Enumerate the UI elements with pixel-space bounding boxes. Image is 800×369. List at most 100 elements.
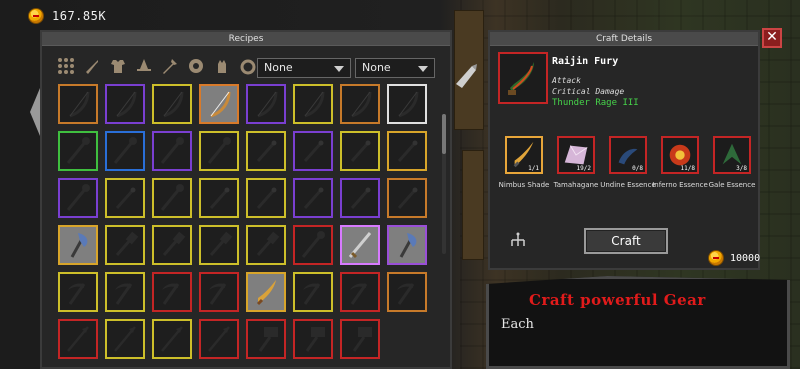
selected-item-slot [498,52,548,104]
wand-icon [115,187,136,209]
close-button[interactable]: ✕ [762,28,782,48]
ingredient-tamahagane[interactable]: 19/2 Tamahagane [548,136,604,190]
recipe-slot[interactable] [58,178,98,218]
rarity-dropdown[interactable]: None [257,58,351,78]
craft-button[interactable]: Craft [584,228,668,254]
recipe-slot[interactable] [199,131,239,171]
staff-icon [66,137,90,164]
recipe-slot[interactable] [293,225,333,265]
horn-icon[interactable] [454,62,478,90]
ingredient-nimbus-shade[interactable]: 1/1 Nimbus Shade [496,136,552,190]
previous-arrow-icon[interactable] [30,88,40,136]
recipe-slot[interactable] [199,84,239,124]
ingredient-gale-essence[interactable]: 3/8 Gale Essence [704,136,760,190]
recipe-slot[interactable] [58,84,98,124]
recipe-slot[interactable] [152,319,192,359]
recipe-slot[interactable] [58,225,98,265]
recipe-slot[interactable] [199,178,239,218]
recipe-slot[interactable] [340,178,380,218]
recipe-slot[interactable] [58,131,98,171]
tier-dropdown-value: None [362,61,391,74]
recipe-slot[interactable] [152,131,192,171]
staff-icon [160,184,184,211]
wand-icon [256,187,277,209]
recipe-slot[interactable] [340,131,380,171]
recipe-slot[interactable] [340,84,380,124]
craft-details-panel: Craft Details Raijin Fury Attack Critica… [488,30,760,270]
all-grid-icon[interactable] [56,56,76,76]
tier-dropdown[interactable]: None [355,58,435,78]
recipe-slot[interactable] [105,272,145,312]
recipe-slot[interactable] [387,225,427,265]
ingredient-name: Inferno Essence [652,181,708,189]
recipe-slot[interactable] [387,178,427,218]
scythe-icon [115,283,133,305]
recipe-tree-icon[interactable] [508,232,528,250]
banner-title: Craft powerful Gear [529,291,706,309]
ingredient-slot: 19/2 [557,136,595,174]
recipe-slot[interactable] [246,178,286,218]
ring-icon[interactable] [238,56,258,76]
recipe-slot[interactable] [387,84,427,124]
recipe-slot[interactable] [246,272,286,312]
item-bonus: Thunder Rage III [552,98,639,108]
ingredient-slot: 1/1 [505,136,543,174]
recipe-slot[interactable] [246,225,286,265]
recipe-slot[interactable] [58,319,98,359]
hammer-icon [305,327,325,352]
recipe-slot[interactable] [199,319,239,359]
recipe-slot[interactable] [293,84,333,124]
recipe-slot[interactable] [340,319,380,359]
chevron-down-icon [334,66,344,72]
staff-icon [207,137,231,164]
recipe-slot[interactable] [152,225,192,265]
banner-text: Each [501,317,534,332]
spear-icon [114,326,136,352]
recipe-slot[interactable] [387,131,427,171]
coin-icon [28,8,44,24]
staff-icon[interactable] [160,56,180,76]
ingredient-inferno-essence[interactable]: 11/8 Inferno Essence [652,136,708,190]
coin-icon [708,250,724,266]
recipes-scrollbar[interactable] [442,114,446,254]
recipe-slot[interactable] [246,131,286,171]
wand-icon [350,187,371,209]
recipe-slot[interactable] [293,178,333,218]
club-icon [115,231,139,256]
gloves-icon[interactable] [212,56,232,76]
shield-icon[interactable] [186,56,206,76]
recipe-slot[interactable] [58,272,98,312]
recipe-slot[interactable] [105,131,145,171]
recipe-slot[interactable] [199,272,239,312]
axe-icon [70,233,88,258]
craft-cost-amount: 10000 [730,252,761,264]
ingredient-slot: 11/8 [661,136,699,174]
sword-icon[interactable] [82,56,102,76]
armor-icon[interactable] [108,56,128,76]
hat-icon[interactable] [134,56,154,76]
recipe-slot[interactable] [246,84,286,124]
recipe-slot[interactable] [293,131,333,171]
recipe-slot[interactable] [105,178,145,218]
ingredient-undine-essence[interactable]: 0/8 Undine Essence [600,136,656,190]
recipe-slot[interactable] [293,272,333,312]
recipe-slot[interactable] [105,225,145,265]
recipe-slot[interactable] [105,84,145,124]
recipe-slot[interactable] [387,272,427,312]
ingredient-slot: 3/8 [713,136,751,174]
recipe-slot[interactable] [152,272,192,312]
recipe-slot[interactable] [340,225,380,265]
scythe-icon [303,283,321,305]
wand-icon [303,187,324,209]
rarity-dropdown-value: None [264,61,293,74]
ingredient-name: Nimbus Shade [498,181,550,189]
recipe-slot[interactable] [246,319,286,359]
recipes-title: Recipes [42,32,450,46]
recipe-slot[interactable] [340,272,380,312]
recipe-slot[interactable] [105,319,145,359]
recipe-slot[interactable] [152,84,192,124]
recipe-slot[interactable] [293,319,333,359]
bow-icon [163,91,184,118]
recipe-slot[interactable] [152,178,192,218]
recipe-slot[interactable] [199,225,239,265]
